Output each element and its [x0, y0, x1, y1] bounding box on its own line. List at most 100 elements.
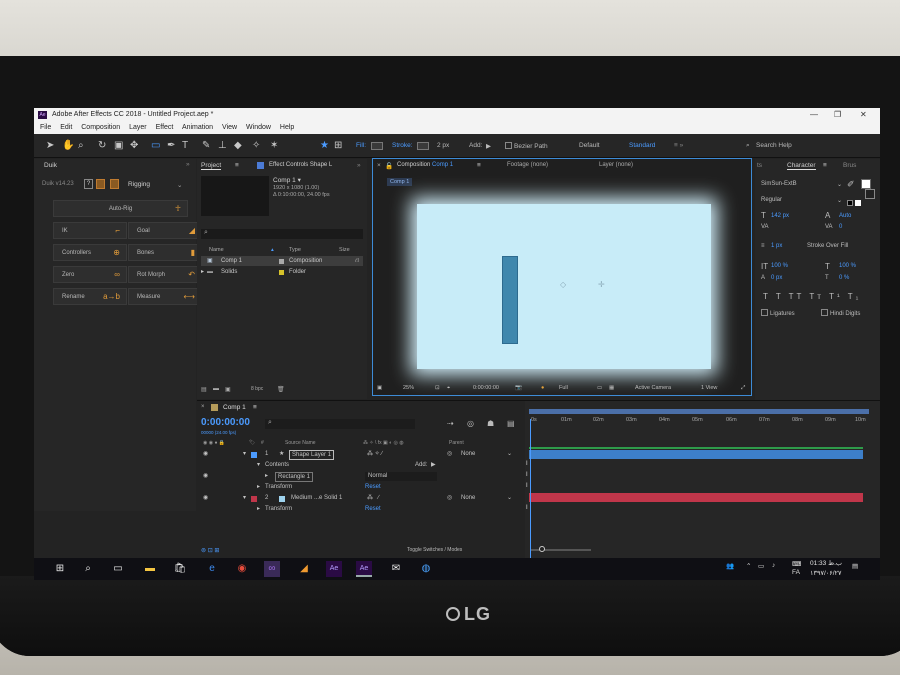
expand-arrow-icon[interactable]: ▾ — [243, 449, 246, 460]
ligatures-box[interactable] — [761, 309, 768, 316]
volume-icon[interactable]: ♪ — [772, 562, 775, 569]
zoom-tool-icon[interactable]: ⌕ — [78, 140, 84, 151]
brush-tool-icon[interactable]: ✎ — [202, 140, 210, 151]
menu-animation[interactable]: Animation — [182, 124, 213, 131]
menu-window[interactable]: Window — [246, 124, 271, 131]
font-style-dropdown[interactable]: Regular — [761, 197, 782, 203]
viewer-timecode[interactable]: 0:00:00:00 — [473, 385, 499, 391]
timeline-tab[interactable]: Comp 1 — [223, 404, 246, 411]
reset-link[interactable]: Reset — [365, 504, 381, 515]
parent-pickwhip-icon[interactable]: ◎ — [447, 493, 452, 504]
black-swatch[interactable] — [847, 200, 853, 206]
goal-button[interactable]: Goal ◢ — [128, 222, 202, 239]
maximize-button[interactable]: ❐ — [834, 108, 841, 122]
draft-3d-icon[interactable]: ◎ — [467, 419, 474, 428]
close-tab-icon[interactable]: × — [201, 404, 205, 410]
edge-icon[interactable]: e — [204, 561, 220, 577]
viewer-menu-icon[interactable]: ≡ — [477, 162, 481, 169]
timeline-footer-icons[interactable]: ⊚ ⊡ ⊞ — [201, 547, 219, 554]
menu-composition[interactable]: Composition — [81, 124, 120, 131]
layer-name[interactable]: Shape Layer 1 — [289, 450, 335, 460]
duik-mode-dropdown[interactable]: Rigging — [128, 181, 150, 188]
pen-tool-icon[interactable]: ✒ — [167, 140, 175, 151]
keyframe-marker[interactable]: I — [526, 505, 528, 511]
clock-time[interactable]: 01:33 ب.ظ — [810, 559, 842, 567]
windows-start-icon[interactable]: ⊞ — [52, 561, 68, 577]
duik-settings-icon[interactable] — [96, 179, 105, 189]
search-help-icon[interactable]: ⌕ — [746, 142, 750, 150]
stroke-color-swatch[interactable] — [865, 189, 875, 199]
selection-tool-icon[interactable]: ➤ — [46, 140, 54, 151]
expand-arrow-icon[interactable]: ▾ — [257, 460, 260, 471]
mail-icon[interactable]: ✉ — [388, 561, 404, 577]
layer-row-shape[interactable]: ◉ ▾ 1 ★ Shape Layer 1 ⁂ ✧ ∕ ◎ None ⌄ — [201, 449, 521, 460]
bezier-checkbox-box[interactable] — [505, 142, 512, 149]
duik-help-icon[interactable]: ? — [84, 179, 93, 189]
timeline-menu-icon[interactable]: ≡ — [253, 404, 257, 411]
stroke-width-value[interactable]: 2 px — [437, 142, 449, 149]
duik-tab[interactable]: Duik — [44, 162, 57, 169]
zoom-slider-thumb[interactable] — [539, 546, 545, 552]
rectangle-name[interactable]: Rectangle 1 — [275, 472, 314, 482]
layer-tab[interactable]: Layer (none) — [599, 162, 633, 168]
hand-tool-icon[interactable]: ✋ — [62, 140, 74, 151]
project-item-comp1[interactable]: ▣ Comp 1 Composition ⛙ — [201, 256, 363, 266]
chevron-down-icon[interactable]: ⌄ — [837, 181, 842, 188]
horizontal-scale-value[interactable]: 100 % — [839, 263, 856, 269]
keyframe-marker[interactable]: I — [526, 483, 528, 489]
keyframe-marker[interactable]: I — [526, 461, 528, 467]
layer-label-color[interactable] — [251, 496, 257, 502]
bones-button[interactable]: Bones ▮ — [128, 244, 202, 261]
menu-layer[interactable]: Layer — [129, 124, 147, 131]
character-tab[interactable]: Character — [787, 162, 816, 170]
shape-layer-track[interactable] — [529, 450, 863, 459]
rectangle-row[interactable]: ◉ ▸ Rectangle 1 Normal — [201, 471, 521, 482]
media-player-icon[interactable]: ◢ — [296, 561, 312, 577]
controllers-button[interactable]: Controllers ⊕ — [53, 244, 127, 261]
transparency-grid-icon[interactable]: ▦ — [609, 385, 614, 391]
parent-pickwhip-icon[interactable]: ◎ — [447, 449, 452, 460]
interpret-footage-icon[interactable]: ▤ — [201, 386, 207, 393]
expand-arrow-icon[interactable]: ▾ — [243, 493, 246, 504]
menu-file[interactable]: File — [40, 124, 51, 131]
blend-mode-dropdown[interactable]: Normal — [365, 472, 437, 481]
panel-expand-icon[interactable]: » — [357, 162, 361, 169]
visibility-icon[interactable]: ◉ — [203, 493, 208, 504]
workspace-default[interactable]: Default — [579, 142, 600, 149]
transform-row[interactable]: ▸ Transform Reset — [201, 504, 521, 515]
panel-expand-icon[interactable]: » — [186, 161, 190, 168]
stroke-width-value[interactable]: 1 px — [771, 243, 782, 249]
views-dropdown[interactable]: 1 View — [701, 385, 717, 391]
layer-label-color[interactable] — [251, 452, 257, 458]
visibility-icon[interactable]: ◉ — [203, 471, 208, 482]
layer-name[interactable]: Medium ...e Solid 1 — [291, 493, 342, 504]
chevron-down-icon[interactable]: ⌄ — [507, 449, 512, 460]
hindi-box[interactable] — [821, 309, 828, 316]
snapping-icon[interactable]: ⊞ — [334, 140, 342, 151]
parent-dropdown[interactable]: None — [461, 493, 475, 504]
roi-icon[interactable]: ▭ — [597, 385, 602, 391]
close-tab-icon[interactable]: × — [377, 162, 381, 169]
footage-tab[interactable]: Footage (none) — [507, 162, 548, 168]
menu-effect[interactable]: Effect — [156, 124, 174, 131]
stroke-label[interactable]: Stroke: — [392, 142, 413, 149]
menu-view[interactable]: View — [222, 124, 237, 131]
project-item-solids[interactable]: ▸ ▬ Solids Folder — [201, 267, 363, 277]
brush-tab[interactable]: Brus — [843, 162, 856, 169]
measure-button[interactable]: Measure ⟷ — [128, 288, 202, 305]
fill-swatch[interactable] — [371, 142, 383, 150]
bezier-path-checkbox[interactable]: Bezier Path — [505, 142, 548, 150]
trash-icon[interactable]: 🗑 — [277, 386, 285, 393]
autorig-button[interactable]: Auto-Rig ☥ — [53, 200, 188, 217]
notifications-icon[interactable]: ▤ — [852, 562, 858, 570]
minimize-button[interactable]: — — [810, 108, 818, 122]
add-icon[interactable]: ▶ — [431, 460, 436, 471]
search-help-input[interactable]: Search Help — [756, 142, 792, 149]
faux-style-buttons[interactable]: T T TT Tт T¹ T₁ — [763, 292, 861, 301]
region-icon[interactable]: ⌖ — [447, 385, 450, 392]
col-name-header[interactable]: Name — [209, 245, 224, 255]
tray-expand-icon[interactable]: ⌃ — [746, 562, 751, 570]
fill-color-swatch[interactable] — [861, 179, 871, 189]
project-menu-icon[interactable]: ≡ — [235, 162, 239, 169]
visual-studio-icon[interactable]: ∞ — [264, 561, 280, 577]
